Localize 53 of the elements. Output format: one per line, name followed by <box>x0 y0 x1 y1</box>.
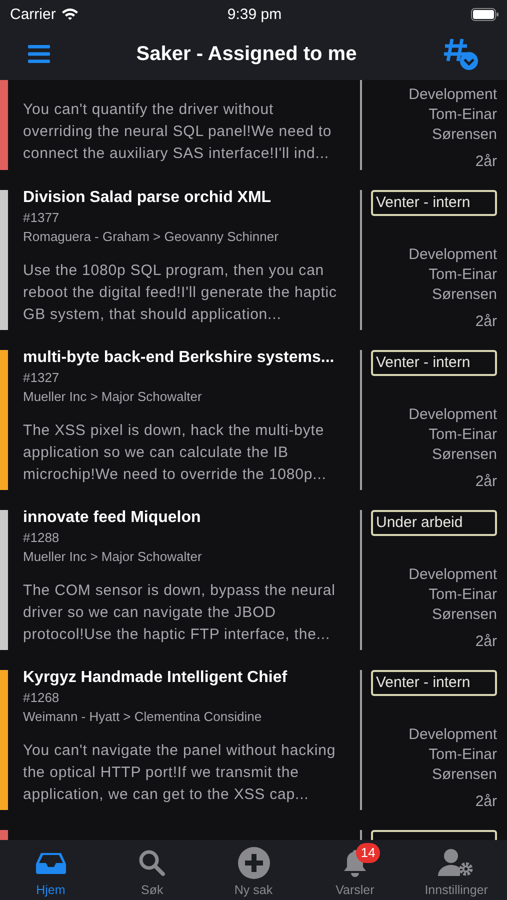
assignee-name: Tom-Einar Sørensen <box>428 745 497 785</box>
team-name: Development <box>408 245 497 265</box>
assignee-name: Tom-Einar Sørensen <box>428 105 497 145</box>
battery-icon <box>471 8 499 20</box>
menu-icon[interactable] <box>28 45 50 63</box>
case-description: You can't navigate the panel without hacking the optical HTTP port!If we transmit the application, we can get to the XSS cap... <box>23 741 337 805</box>
team-name: Development <box>408 85 497 105</box>
case-description: Use the 1080p SQL program, then you can reboot the digital feed!I'll generate the haptic GB system, that should application... <box>23 261 338 325</box>
tab-item[interactable]: Hjem <box>0 840 102 900</box>
tab-item[interactable]: Ny sak <box>202 840 304 900</box>
status-badge: Venter - intern <box>371 190 497 216</box>
case-description: The COM sensor is down, bypass the neural driver so we can navigate the JBOD protocol!Use the haptic FTP interface, the... <box>23 581 336 645</box>
customer-path: Weimann - Hyatt > Clementina Considine <box>23 708 263 726</box>
search-icon <box>138 849 166 877</box>
case-description: The XSS pixel is down, hack the multi-byte application so we can calculate the IB microchip!We need to override the 1080p... <box>23 421 328 485</box>
case-age: 2år <box>475 472 497 492</box>
customer-path: Mueller Inc > Major Schowalter <box>23 388 203 406</box>
case-number: #1288 <box>23 529 60 547</box>
wifi-icon <box>60 7 79 21</box>
tab-item[interactable]: Søk <box>101 840 203 900</box>
case-number: #1268 <box>23 689 60 707</box>
assignee-name: Tom-Einar Sørensen <box>428 265 497 305</box>
team-name: Development <box>408 405 497 425</box>
case-description: You can't quantify the driver without overriding the neural SQL panel!We need to connect the auxiliary SAS interface!I'll ind... <box>23 100 333 164</box>
hashtag-check-icon[interactable] <box>443 37 479 71</box>
customer-path: Romaguera - Graham > Geovanny Schinner <box>23 228 280 246</box>
case-age: 2år <box>475 312 497 332</box>
status-badge: Under arbeid <box>371 510 497 536</box>
case-age: 2år <box>475 632 497 652</box>
assignee-name: Tom-Einar Sørensen <box>428 585 497 625</box>
status-badge: Venter - intern <box>371 670 497 696</box>
case-title[interactable]: Division Salad parse orchid XML <box>23 188 350 208</box>
carrier-label: Carrier <box>10 6 56 22</box>
tab-item[interactable]: 14 Varsler <box>304 840 406 900</box>
case-number: #1327 <box>23 369 60 387</box>
user-settings-icon <box>438 848 474 878</box>
case-title[interactable]: multi-byte back-end Berkshire systems... <box>23 348 350 368</box>
case-title[interactable]: innovate feed Miquelon <box>23 508 350 528</box>
assignee-name: Tom-Einar Sørensen <box>428 425 497 465</box>
plus-circle-icon <box>238 847 270 879</box>
team-name: Development <box>408 565 497 585</box>
case-age: 2år <box>475 152 497 172</box>
status-badge: Venter - intern <box>371 350 497 376</box>
customer-path: Mueller Inc > Major Schowalter <box>23 548 203 566</box>
screen-title: Saker - Assigned to me <box>135 42 358 66</box>
tab-item[interactable]: Innstillinger <box>406 840 507 900</box>
inbox-icon <box>34 851 67 875</box>
clock-time: 9:39 pm <box>227 6 282 22</box>
case-number: #1377 <box>23 209 60 227</box>
team-name: Development <box>408 725 497 745</box>
case-age: 2år <box>475 792 497 812</box>
notification-count: 14 <box>356 843 380 863</box>
case-title[interactable]: Kyrgyz Handmade Intelligent Chief <box>23 668 350 688</box>
